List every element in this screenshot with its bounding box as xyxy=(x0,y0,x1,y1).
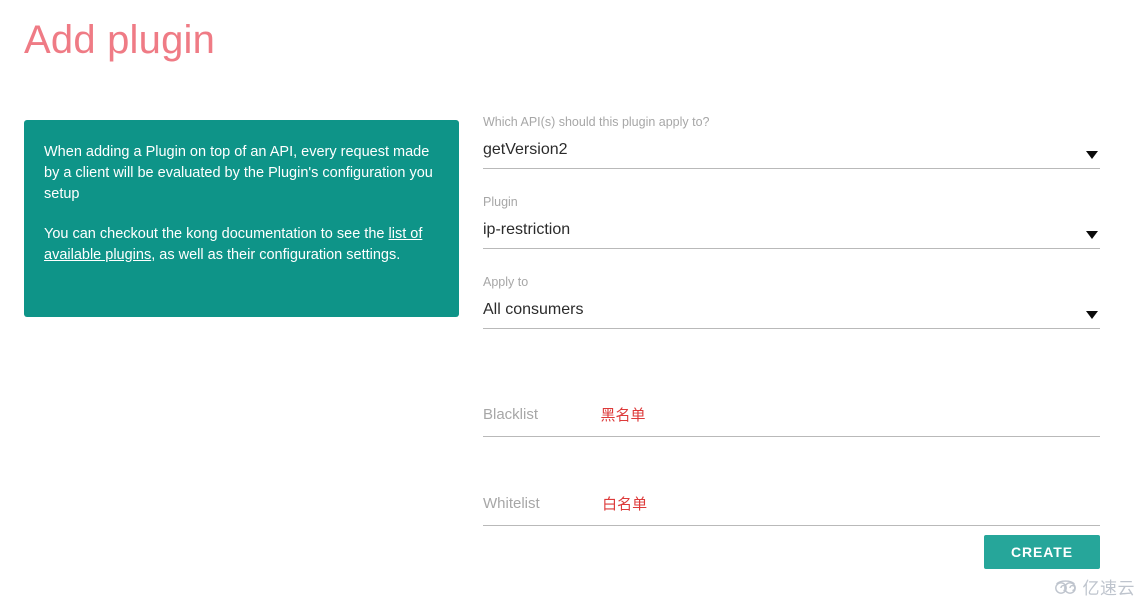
whitelist-input[interactable]: Whitelist 白名单 xyxy=(483,492,1100,526)
chevron-down-icon[interactable] xyxy=(1086,151,1098,159)
plugin-select-control[interactable]: ip-restriction xyxy=(483,219,1100,249)
api-select-control[interactable]: getVersion2 xyxy=(483,139,1100,169)
cloud-swirl-icon xyxy=(1054,579,1076,594)
info-paragraph-primary: When adding a Plugin on top of an API, e… xyxy=(44,144,433,202)
field-plugin-select: Plugin ip-restriction xyxy=(483,194,1100,249)
blacklist-placeholder: Blacklist xyxy=(483,406,539,423)
field-api-select: Which API(s) should this plugin apply to… xyxy=(483,114,1100,169)
chevron-down-icon[interactable] xyxy=(1086,231,1098,239)
watermark: 亿速云 xyxy=(1053,574,1136,599)
info-text-before-link: You can checkout the kong documentation … xyxy=(44,226,389,242)
chevron-down-icon[interactable] xyxy=(1086,311,1098,319)
field-label-api: Which API(s) should this plugin apply to… xyxy=(483,115,710,129)
field-blacklist: Blacklist 黑名单 xyxy=(483,403,1100,437)
field-apply-to-select: Apply to All consumers xyxy=(483,274,1100,329)
apply-to-select-value: All consumers xyxy=(483,301,584,318)
whitelist-placeholder: Whitelist xyxy=(483,495,540,512)
field-label-apply-to: Apply to xyxy=(483,275,529,289)
create-button[interactable]: CREATE xyxy=(984,535,1100,569)
blacklist-input[interactable]: Blacklist 黑名单 xyxy=(483,403,1100,437)
info-paragraph-secondary: You can checkout the kong documentation … xyxy=(44,224,439,266)
watermark-text: 亿速云 xyxy=(1082,579,1135,599)
plugin-select-value: ip-restriction xyxy=(483,221,571,238)
apply-to-select-control[interactable]: All consumers xyxy=(483,299,1100,329)
form-spacer xyxy=(483,462,1100,492)
form-spacer xyxy=(483,354,1100,403)
info-text-after-link: , as well as their configuration setting… xyxy=(151,247,401,263)
field-whitelist: Whitelist 白名单 xyxy=(483,492,1100,526)
page-title: Add plugin xyxy=(24,18,216,62)
plugin-form: Which API(s) should this plugin apply to… xyxy=(483,114,1100,551)
field-label-plugin: Plugin xyxy=(483,195,518,209)
info-panel: When adding a Plugin on top of an API, e… xyxy=(24,120,459,317)
blacklist-annotation: 黑名单 xyxy=(600,406,646,424)
api-select-value: getVersion2 xyxy=(483,141,568,158)
whitelist-annotation: 白名单 xyxy=(602,495,648,513)
